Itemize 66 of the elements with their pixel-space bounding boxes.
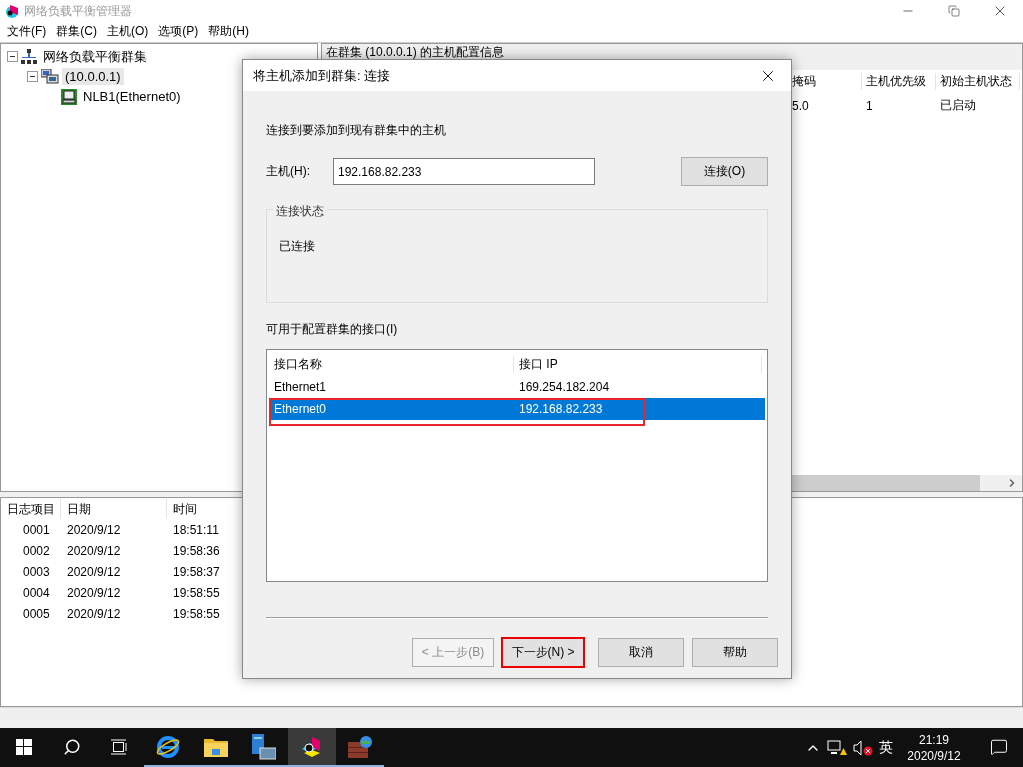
dialog-title: 将主机添加到群集: 连接: [253, 66, 392, 85]
app-icon: [4, 3, 20, 19]
table-cell-text: 2020/9/12: [66, 543, 122, 558]
tree-item[interactable]: 网络负载平衡群集: [40, 46, 150, 67]
instruction-text: 连接到要添加到现有群集中的主机: [266, 122, 447, 139]
table-cell-text: 19:58:36: [172, 543, 221, 558]
table-cell-text: 0003: [22, 564, 51, 579]
table-cell-text: 2020/9/12: [66, 564, 122, 579]
table-cell-text: 已启动: [939, 97, 977, 115]
column-header[interactable]: 日志项目: [1, 498, 61, 519]
wizard-button[interactable]: 取消: [598, 638, 684, 667]
menu-item[interactable]: 帮助(H): [203, 23, 254, 41]
menu-item[interactable]: 群集(C): [51, 23, 102, 41]
restore-icon: [948, 5, 960, 17]
column-header[interactable]: 初始主机状态: [936, 73, 1020, 91]
computers-icon: [41, 68, 59, 85]
computer-icon: [61, 88, 77, 105]
table-cell-text: 19:58:37: [172, 564, 221, 579]
notification-icon[interactable]: [990, 737, 1008, 756]
tree-item[interactable]: (10.0.0.1): [62, 68, 124, 86]
panel-title: 在群集 (10.0.0.1) 的主机配置信息: [325, 43, 506, 61]
table-cell-text: 2020/9/12: [66, 606, 122, 621]
table-cell-text: 0005: [22, 606, 51, 621]
connect-button[interactable]: 连接(O): [681, 157, 768, 186]
menu-item[interactable]: 文件(F): [2, 23, 52, 41]
network-warning-icon[interactable]: [827, 739, 847, 756]
windows-logo-icon[interactable]: [16, 738, 32, 755]
search-icon[interactable]: [63, 737, 81, 756]
folder-icon[interactable]: [204, 736, 228, 757]
table-cell-text: 0001: [22, 522, 51, 537]
table-cell-text: 0004: [22, 585, 51, 600]
status-text: 已连接: [279, 239, 315, 253]
list-row[interactable]: Ethernet0 192.168.82.233: [269, 398, 765, 420]
volume-muted-icon[interactable]: [853, 739, 873, 756]
host-label: 主机(H):: [266, 163, 310, 180]
wizard-button[interactable]: 下一步(N) >: [502, 638, 584, 667]
network-icon: [21, 48, 37, 65]
menu-item[interactable]: 主机(O): [102, 23, 154, 41]
table-cell-text: 5.0: [791, 98, 810, 113]
clock[interactable]: 21:19 2020/9/12: [899, 731, 969, 764]
window-title: 网络负载平衡管理器: [24, 2, 133, 20]
server-manager-icon[interactable]: [252, 733, 276, 760]
browser-icon[interactable]: [156, 734, 180, 759]
column-header[interactable]: 接口 IP: [514, 355, 762, 373]
table-cell-text: 18:51:11: [172, 522, 220, 537]
brick-wall-icon[interactable]: [348, 735, 372, 758]
collapse-toggle[interactable]: [7, 51, 18, 63]
table-cell-text: 19:58:55: [172, 606, 221, 621]
tree-item[interactable]: NLB1(Ethernet0): [80, 88, 184, 106]
list-row[interactable]: Ethernet1 169.254.182.204: [269, 376, 765, 398]
table-cell-text: 1: [865, 98, 874, 113]
table-cell-text: 0002: [22, 543, 51, 558]
group-title: 连接状态: [273, 203, 327, 220]
task-view-icon[interactable]: [111, 738, 129, 755]
input-method-indicator[interactable]: 英: [879, 738, 893, 757]
column-header[interactable]: 日期: [61, 498, 167, 519]
table-cell-text: 2020/9/12: [66, 585, 122, 600]
collapse-toggle[interactable]: [27, 71, 38, 83]
column-header[interactable]: 主机优先级: [862, 73, 936, 91]
host-input[interactable]: 192.168.82.233: [333, 158, 595, 185]
table-cell-text: 2020/9/12: [66, 522, 122, 537]
list-label: 可用于配置群集的接口(I): [266, 321, 399, 338]
column-header[interactable]: 接口名称: [269, 355, 514, 373]
menu-item[interactable]: 选项(P): [153, 23, 204, 41]
wizard-button[interactable]: 帮助: [692, 638, 778, 667]
table-cell-text: 19:58:55: [172, 585, 221, 600]
